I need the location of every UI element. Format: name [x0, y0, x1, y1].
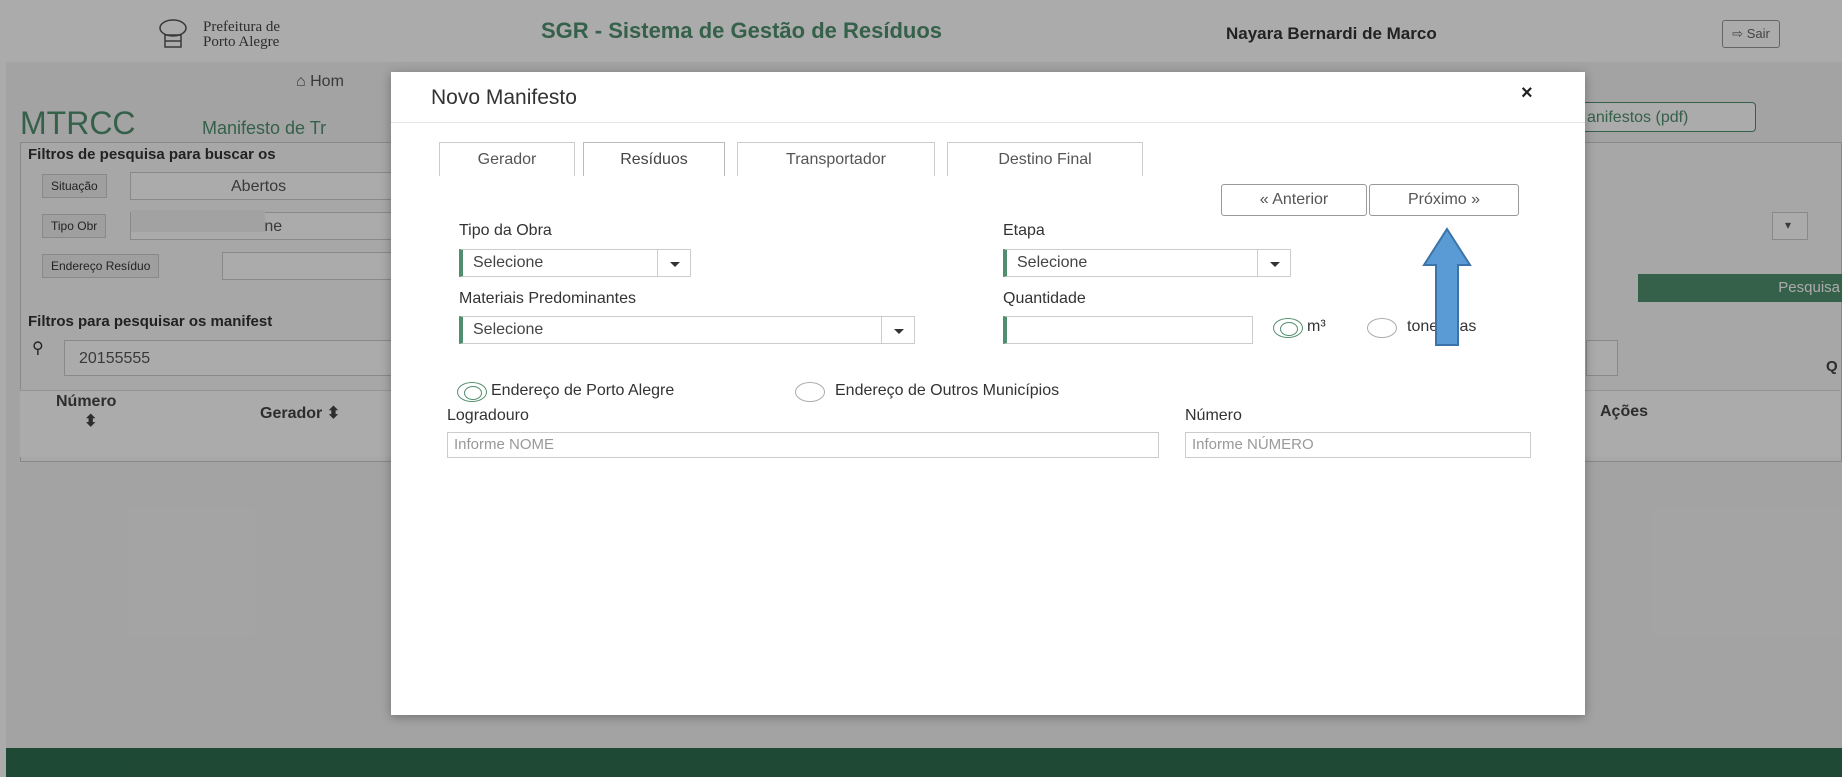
chevron-down-icon: [881, 317, 914, 343]
tab-gerador[interactable]: Gerador: [439, 142, 575, 176]
etapa-label: Etapa: [1003, 222, 1045, 239]
unit-m3-label: m³: [1307, 318, 1326, 335]
numero-input[interactable]: Informe NÚMERO: [1185, 432, 1531, 458]
tab-residuos[interactable]: Resíduos: [583, 142, 725, 176]
previous-button[interactable]: « Anterior: [1221, 184, 1367, 216]
quantidade-input[interactable]: [1003, 316, 1253, 344]
numero-label: Número: [1185, 407, 1242, 424]
addr-outros-label: Endereço de Outros Municípios: [835, 382, 1060, 399]
tipo-obra-select[interactable]: Selecione: [459, 249, 691, 277]
unit-ton-radio[interactable]: [1367, 318, 1397, 338]
logradouro-input[interactable]: Informe NOME: [447, 432, 1159, 458]
unit-m3-radio[interactable]: [1273, 318, 1303, 338]
tipo-obra-value: Selecione: [473, 254, 544, 271]
next-button[interactable]: Próximo »: [1369, 184, 1519, 216]
etapa-select[interactable]: Selecione: [1003, 249, 1291, 277]
materiais-select[interactable]: Selecione: [459, 316, 915, 344]
logradouro-label: Logradouro: [447, 407, 529, 424]
addr-poa-radio[interactable]: [457, 382, 487, 402]
quantidade-label: Quantidade: [1003, 290, 1086, 307]
chevron-down-icon: [1257, 250, 1290, 276]
addr-outros-radio[interactable]: [795, 382, 825, 402]
tipo-obra-label: Tipo da Obra: [459, 222, 552, 239]
materiais-label: Materiais Predominantes: [459, 290, 636, 307]
tab-destino-final[interactable]: Destino Final: [947, 142, 1143, 176]
modal-title: Novo Manifesto: [431, 86, 577, 109]
tab-transportador[interactable]: Transportador: [737, 142, 935, 176]
addr-poa-label: Endereço de Porto Alegre: [491, 382, 675, 399]
materiais-value: Selecione: [473, 321, 544, 338]
up-arrow-annotation-icon: [1422, 227, 1472, 346]
etapa-value: Selecione: [1017, 254, 1088, 271]
close-icon[interactable]: ×: [1521, 82, 1533, 105]
new-manifest-modal: Novo Manifesto × Gerador Resíduos Transp…: [391, 72, 1585, 715]
modal-header: Novo Manifesto ×: [391, 72, 1585, 123]
chevron-down-icon: [657, 250, 690, 276]
